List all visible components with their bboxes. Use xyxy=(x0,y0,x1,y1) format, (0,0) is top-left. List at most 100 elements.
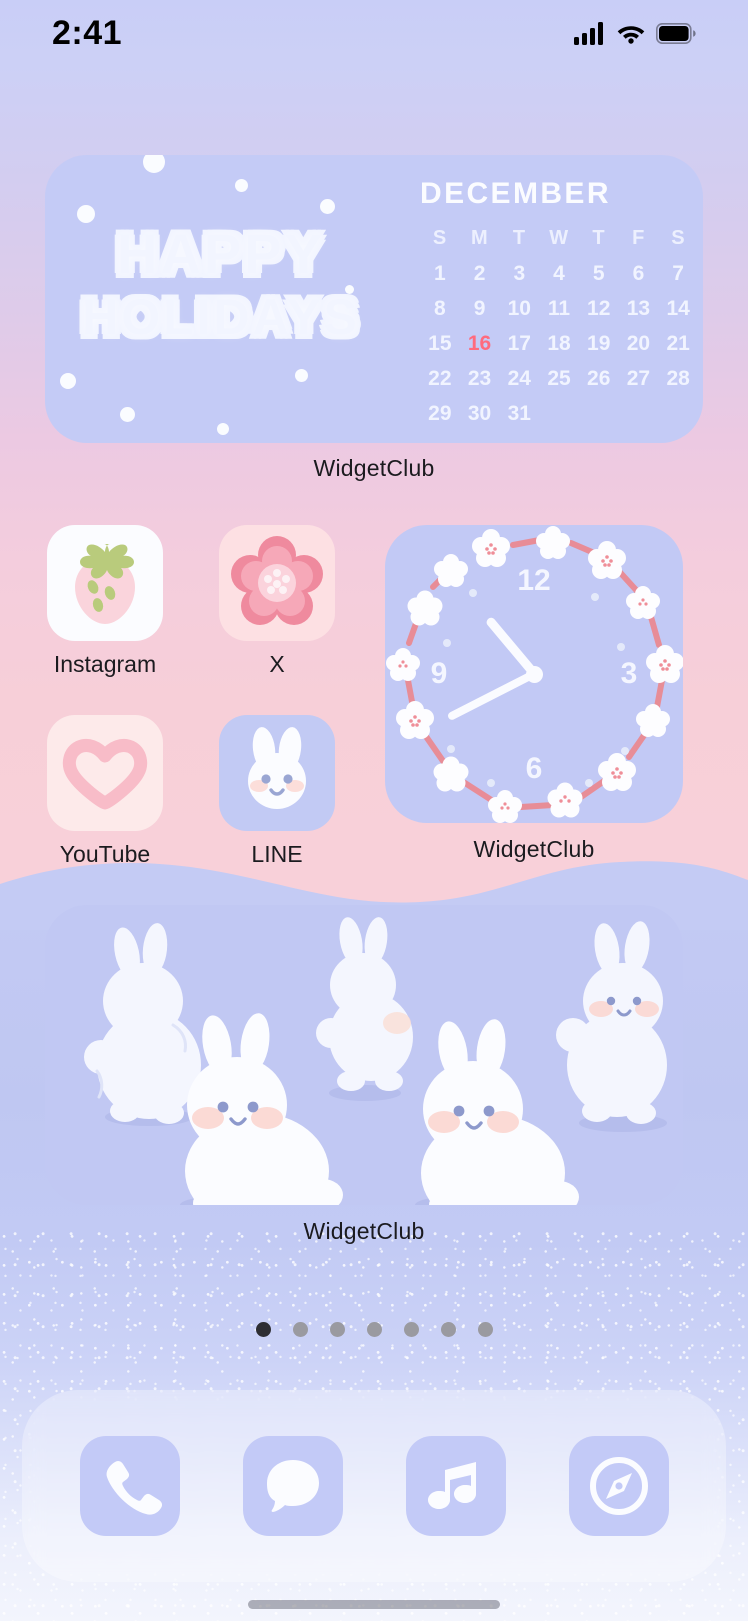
calendar-day-headers: S M T W T F S xyxy=(420,221,698,256)
calendar-day: 21 xyxy=(666,332,690,355)
calendar-day: 28 xyxy=(666,367,690,390)
calendar-day xyxy=(539,396,579,431)
app-line[interactable]: LINE xyxy=(219,715,335,868)
day-header: S xyxy=(432,227,447,249)
page-dot-3[interactable] xyxy=(329,1322,345,1337)
calendar-day: 29 xyxy=(428,402,452,425)
bunny-front-right-facing xyxy=(421,1019,579,1205)
dock-item-music[interactable] xyxy=(405,1436,506,1536)
calendar-day: 19 xyxy=(587,332,611,355)
calendar-day: 20 xyxy=(626,332,651,355)
calendar-week-row: 15 16 17 18 19 20 21 xyxy=(420,326,698,361)
status-time: 2:41 xyxy=(52,13,123,52)
holiday-greeting: HAPPY HOLIDAYS xyxy=(61,226,381,345)
clock-widget-label: WidgetClub xyxy=(473,836,595,862)
bunny-back-left xyxy=(84,923,201,1124)
snow-dot xyxy=(320,199,335,214)
strawberry-icon xyxy=(75,544,135,624)
calendar-day: 15 xyxy=(428,332,452,355)
calendar-week-row: 22 23 24 25 26 27 28 xyxy=(420,361,698,396)
calendar-month-title: DECEMBER xyxy=(420,177,611,210)
clock-widget[interactable]: 12 3 6 9 xyxy=(385,525,683,823)
calendar-week-row: 8 9 10 11 12 13 14 xyxy=(420,291,698,326)
clock-center-cap xyxy=(525,665,543,683)
snow-dot xyxy=(235,179,248,192)
app-x[interactable]: X xyxy=(219,525,335,678)
app-label-x: X xyxy=(269,651,285,677)
calendar-day: 31 xyxy=(507,402,531,425)
day-header: T xyxy=(592,227,606,249)
heart-outline-icon xyxy=(62,738,148,810)
calendar-grid: DECEMBER S M T W T F S 1 2 3 4 5 6 7 8 9… xyxy=(420,177,698,431)
calendar-week-row: 1 2 3 4 5 6 7 xyxy=(420,256,698,291)
x-icon-tile[interactable] xyxy=(219,525,335,641)
day-header: F xyxy=(632,227,645,249)
app-label-youtube: YouTube xyxy=(59,841,151,867)
clock-numeral-9: 9 xyxy=(430,657,448,690)
calendar-day: 11 xyxy=(547,297,571,320)
status-bar: 2:41 xyxy=(0,0,748,66)
calendar-day: 17 xyxy=(507,332,531,355)
calendar-day: 13 xyxy=(626,297,651,320)
plum-blossom-icon xyxy=(231,536,323,625)
dock xyxy=(22,1390,726,1582)
dock-item-messages[interactable] xyxy=(242,1436,343,1536)
white-bunnies-illustration-icon xyxy=(84,917,667,1205)
snow-dot xyxy=(143,155,165,173)
dock-item-safari[interactable] xyxy=(568,1436,669,1536)
calendar-widget-label: WidgetClub xyxy=(313,455,435,481)
dock-item-phone[interactable] xyxy=(79,1436,180,1536)
youtube-icon-tile[interactable] xyxy=(47,715,163,831)
calendar-day: 6 xyxy=(632,262,645,285)
home-indicator[interactable] xyxy=(248,1600,500,1609)
page-indicator[interactable] xyxy=(0,1322,748,1337)
app-instagram[interactable]: Instagram xyxy=(47,525,163,678)
app-youtube[interactable]: YouTube xyxy=(47,715,163,868)
greeting-line-1: HAPPY xyxy=(117,222,325,285)
bunny-back-center xyxy=(316,917,413,1091)
calendar-day: 3 xyxy=(513,262,526,285)
bunny-right-facing xyxy=(556,921,667,1124)
day-header: S xyxy=(671,227,686,249)
calendar-day: 10 xyxy=(507,297,531,320)
clock-numeral-3: 3 xyxy=(620,657,638,690)
page-dot-7[interactable] xyxy=(477,1322,493,1337)
line-icon-tile[interactable] xyxy=(219,715,335,831)
page-dot-1[interactable] xyxy=(255,1322,271,1337)
music-note-icon xyxy=(427,1462,476,1509)
page-dot-5[interactable] xyxy=(403,1322,419,1337)
bunny-widget-label: WidgetClub xyxy=(303,1218,425,1244)
calendar-day: 14 xyxy=(666,297,690,320)
battery-full-icon xyxy=(656,22,696,44)
compass-icon xyxy=(589,1457,648,1515)
calendar-day: 30 xyxy=(467,402,492,425)
message-bubble-icon xyxy=(266,1460,319,1512)
page-dot-2[interactable] xyxy=(292,1322,308,1337)
day-header: M xyxy=(470,227,489,249)
home-screen: 2:41 HAPPY HOLIDAYS DECEMBER S M T W T F… xyxy=(0,0,748,1621)
calendar-day: 9 xyxy=(473,297,486,320)
instagram-icon-tile[interactable] xyxy=(47,525,163,641)
bunny-widget[interactable] xyxy=(45,905,683,1205)
page-dot-4[interactable] xyxy=(366,1322,382,1337)
greeting-line-2: HOLIDAYS xyxy=(82,288,360,345)
snow-dot xyxy=(217,423,229,435)
calendar-day: 8 xyxy=(434,297,446,320)
calendar-day: 7 xyxy=(672,262,684,285)
calendar-day: 18 xyxy=(547,332,571,355)
calendar-day: 4 xyxy=(553,262,565,285)
calendar-day: 23 xyxy=(467,367,492,390)
calendar-day: 1 xyxy=(434,262,446,285)
calendar-day: 27 xyxy=(626,367,651,390)
calendar-day: 24 xyxy=(507,367,531,390)
calendar-day: 2 xyxy=(473,262,486,285)
calendar-day: 12 xyxy=(587,297,611,320)
app-label-instagram: Instagram xyxy=(53,651,157,677)
snow-dot xyxy=(295,369,308,382)
day-header: W xyxy=(549,227,569,249)
page-dot-6[interactable] xyxy=(440,1322,456,1337)
calendar-widget[interactable]: HAPPY HOLIDAYS DECEMBER S M T W T F S 1 … xyxy=(45,155,703,443)
phone-icon xyxy=(106,1460,162,1515)
snow-dot xyxy=(120,407,135,422)
signal-bars-icon xyxy=(574,21,603,45)
